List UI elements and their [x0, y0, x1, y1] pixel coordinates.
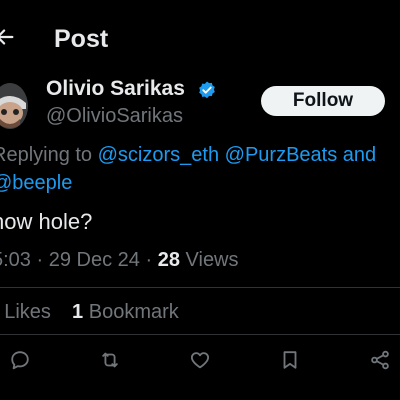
bookmark-icon[interactable]	[275, 345, 305, 375]
views-label: Views	[185, 249, 239, 271]
post-header: Post	[0, 0, 400, 82]
author-name[interactable]: Olivio Sarikas	[46, 78, 185, 99]
meta-separator: ·	[145, 249, 153, 271]
page-title: Post	[54, 25, 109, 53]
replying-to-line-2: @beeple	[0, 173, 72, 193]
views-count: 28	[157, 249, 180, 271]
likes-stat[interactable]: · Likes	[0, 301, 51, 323]
meta-separator: ·	[36, 249, 44, 271]
post-stats: · Likes 1 Bookmark	[0, 302, 179, 322]
divider	[0, 334, 400, 335]
divider	[0, 287, 400, 288]
bookmark-label: Bookmark	[88, 301, 179, 323]
avatar[interactable]	[0, 83, 28, 129]
mention-link[interactable]: @PurzBeats	[225, 144, 338, 166]
post-time[interactable]: 5:03	[0, 249, 31, 271]
post-date[interactable]: 29 Dec 24	[49, 249, 140, 271]
likes-label: Likes	[4, 301, 51, 323]
author-handle[interactable]: @OlivioSarikas	[46, 106, 183, 126]
bookmark-count: 1	[72, 301, 84, 323]
like-icon[interactable]	[185, 345, 215, 375]
reply-icon[interactable]	[5, 345, 35, 375]
action-bar	[0, 345, 400, 377]
bookmarks-stat[interactable]: 1 Bookmark	[72, 301, 179, 323]
verified-badge-icon	[197, 80, 217, 100]
follow-button[interactable]: Follow	[261, 86, 385, 116]
replying-to-line: Replying to @scizors_eth @PurzBeats and	[0, 145, 376, 165]
post-meta: 5:03 · 29 Dec 24 · 28 Views	[0, 250, 239, 270]
post-text: how hole?	[0, 209, 93, 234]
share-icon[interactable]	[365, 345, 395, 375]
back-arrow-icon[interactable]	[0, 22, 18, 52]
mention-link[interactable]: @scizors_eth	[98, 144, 219, 166]
replying-to-label: Replying to	[0, 144, 93, 166]
mention-link[interactable]: @beeple	[0, 172, 72, 194]
repost-icon[interactable]	[95, 345, 125, 375]
mention-and-label: and	[342, 144, 377, 166]
